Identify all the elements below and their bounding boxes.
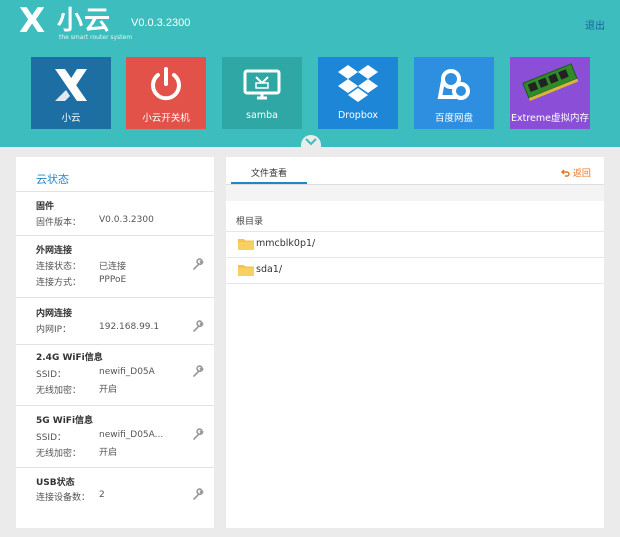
divider (226, 257, 604, 258)
row-value: 2 (99, 490, 105, 500)
wrench-icon[interactable] (192, 365, 204, 377)
tile-label: 小云开关机 (142, 113, 190, 124)
tile-label: 小云 (61, 113, 81, 124)
tile-label: Dropbox (337, 110, 379, 121)
power-icon (151, 67, 181, 101)
folder-icon (238, 239, 254, 250)
tile-extreme-memory[interactable]: Extreme虚拟内存 (510, 57, 590, 129)
row-value: V0.0.3.2300 (99, 215, 154, 225)
section-heading: 固件 (36, 202, 55, 212)
root-directory-label: 根目录 (236, 217, 264, 227)
tab-label: 文件查看 (250, 169, 287, 179)
folder-icon (238, 265, 254, 276)
section-heading: USB状态 (36, 478, 75, 488)
row-value: PPPoE (99, 275, 127, 285)
divider (226, 283, 604, 284)
logo-text: 小云 (57, 6, 112, 36)
divider (226, 231, 604, 232)
logout-link[interactable]: 退出 (585, 17, 605, 32)
row-value: 开启 (99, 385, 118, 395)
folder-row[interactable]: sda1/ (226, 257, 604, 282)
section-heading: 内网连接 (36, 309, 73, 319)
row-label: SSID： (36, 370, 67, 380)
tile-label: 百度网盘 (434, 113, 473, 124)
section-heading: 2.4G WiFi信息 (36, 353, 103, 363)
section-heading: 外网连接 (36, 246, 73, 256)
header-version: V0.0.3.2300 (131, 17, 191, 29)
row-value: 开启 (99, 448, 118, 458)
tab-file-view[interactable]: 文件查看 (231, 157, 307, 184)
toolbar-strip (226, 185, 604, 201)
folder-name: mmcblk0p1/ (256, 238, 316, 249)
tile-baidu-cloud[interactable]: 百度网盘 (414, 57, 494, 129)
wrench-icon[interactable] (192, 488, 204, 500)
row-label: 连接方式： (36, 278, 82, 288)
back-arrow-icon (561, 169, 570, 177)
divider (16, 344, 214, 345)
dropbox-icon (338, 65, 378, 102)
row-value: 已连接 (99, 262, 127, 272)
tile-samba[interactable]: samba (222, 57, 302, 129)
row-label: 连接设备数： (36, 493, 91, 503)
divider (16, 467, 214, 468)
row-label: 连接状态： (36, 262, 82, 272)
list-end (226, 283, 604, 284)
wrench-icon[interactable] (192, 258, 204, 270)
xiaoyun-x-icon (55, 69, 87, 101)
back-label: 返回 (572, 169, 591, 179)
wrench-icon[interactable] (192, 320, 204, 332)
divider (16, 405, 214, 406)
section-heading: 5G WiFi信息 (36, 416, 94, 426)
row-label: 固件版本： (36, 218, 82, 228)
folder-name: sda1/ (256, 264, 283, 275)
divider (16, 191, 214, 192)
logo-x-mark: X (19, 1, 46, 41)
row-label: 无线加密： (36, 386, 82, 396)
tile-xiaoyun[interactable]: 小云 (31, 57, 111, 129)
divider (16, 235, 214, 236)
tile-power[interactable]: 小云开关机 (126, 57, 206, 129)
row-value: newifi_D05A (99, 367, 155, 377)
memory-stick-icon (522, 63, 579, 101)
monitor-icon (243, 69, 281, 100)
row-value: 192.168.99.1 (99, 322, 160, 332)
row-label: 无线加密： (36, 449, 82, 459)
row-label: SSID： (36, 433, 67, 443)
chevron-down-icon (305, 138, 317, 146)
row-label: 内网IP： (36, 325, 72, 335)
baidu-cloud-icon (437, 69, 470, 100)
back-button[interactable]: 返回 (561, 166, 591, 179)
folder-row[interactable]: mmcblk0p1/ (226, 231, 604, 256)
wrench-icon[interactable] (192, 428, 204, 440)
tile-label: samba (246, 110, 278, 121)
tile-label: Extreme虚拟内存 (511, 113, 589, 124)
collapse-toggle[interactable] (301, 135, 321, 149)
row-value: newifi_D05A... (99, 430, 164, 440)
logo-tagline: the smart router system (59, 34, 133, 41)
cloud-status-panel: 云状态 固件 固件版本： V0.0.3.2300 外网连接 连接状态： 已连接 … (16, 157, 214, 528)
top-header: X 小云 the smart router system V0.0.3.2300… (0, 0, 620, 147)
file-browser-panel: 文件查看 返回 根目录 mmcblk0p1/ sda1/ (226, 157, 604, 528)
tile-dropbox[interactable]: Dropbox (318, 57, 398, 129)
panel-title: 云状态 (36, 173, 69, 186)
divider (16, 297, 214, 298)
